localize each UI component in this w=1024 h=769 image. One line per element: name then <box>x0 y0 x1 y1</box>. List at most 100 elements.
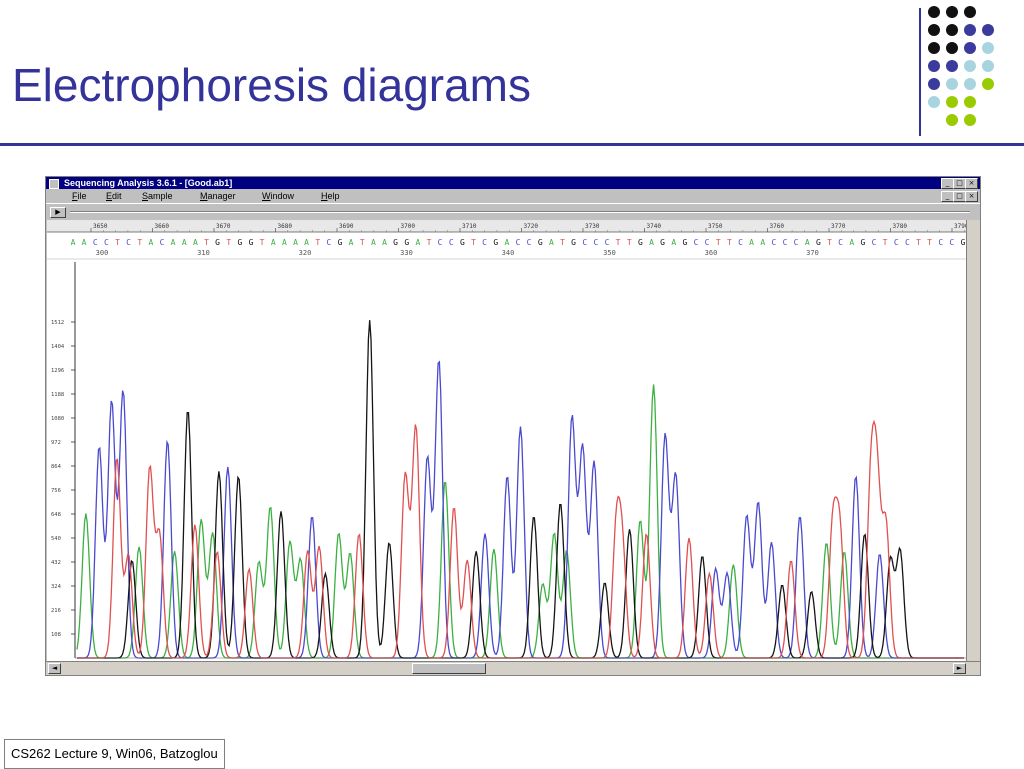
scan-number-label: 3790 <box>954 223 966 230</box>
trace-t <box>77 419 964 659</box>
base-call-C: C <box>93 238 98 247</box>
base-call-A: A <box>649 238 654 247</box>
base-call-G: G <box>393 238 398 247</box>
slide-footer: CS262 Lecture 9, Win06, Batzoglou <box>4 739 225 769</box>
deco-dot-purple <box>946 60 958 72</box>
base-call-A: A <box>549 238 554 247</box>
close-button[interactable]: × <box>965 178 978 189</box>
base-call-G: G <box>215 238 220 247</box>
base-call-A: A <box>371 238 376 247</box>
base-call-C: C <box>894 238 899 247</box>
base-call-T: T <box>827 238 832 247</box>
base-call-A: A <box>671 238 676 247</box>
scan-number-label: 3740 <box>647 223 662 230</box>
trace-a <box>76 384 964 659</box>
deco-dot-lightblue <box>928 96 940 108</box>
scan-number-label: 3710 <box>462 223 477 230</box>
deco-dot-black <box>928 42 940 54</box>
base-call-C: C <box>126 238 131 247</box>
scan-number-label: 3770 <box>831 223 846 230</box>
base-call-C: C <box>482 238 487 247</box>
base-call-T: T <box>627 238 632 247</box>
base-call-C: C <box>838 238 843 247</box>
trace-c <box>77 360 964 659</box>
base-call-T: T <box>115 238 120 247</box>
base-call-G: G <box>860 238 865 247</box>
vertical-scrollbar[interactable] <box>966 220 980 661</box>
base-call-T: T <box>716 238 721 247</box>
base-call-G: G <box>961 238 966 247</box>
base-call-C: C <box>516 238 521 247</box>
base-call-C: C <box>438 238 443 247</box>
base-call-A: A <box>271 238 276 247</box>
base-call-C: C <box>949 238 954 247</box>
deco-dot-black <box>946 24 958 36</box>
y-tick-label: 648 <box>51 512 61 518</box>
y-tick-label: 756 <box>51 488 61 494</box>
app-icon[interactable] <box>49 179 59 189</box>
base-call-C: C <box>694 238 699 247</box>
y-tick-label: 1296 <box>51 368 64 374</box>
menu-file[interactable]: File <box>72 190 87 202</box>
deco-dot-green <box>964 114 976 126</box>
scroll-left-button[interactable]: ◄ <box>48 663 61 674</box>
scroll-right-button[interactable]: ► <box>953 663 966 674</box>
y-tick-label: 1404 <box>51 344 65 350</box>
scan-number-label: 3730 <box>585 223 600 230</box>
base-call-A: A <box>82 238 87 247</box>
base-call-C: C <box>794 238 799 247</box>
play-button[interactable]: ▶ <box>50 207 66 218</box>
horizontal-scrollbar[interactable]: ◄ ► <box>46 661 980 675</box>
scan-number-label: 3670 <box>216 223 231 230</box>
base-call-G: G <box>538 238 543 247</box>
base-call-T: T <box>883 238 888 247</box>
menu-edit[interactable]: Edit <box>106 190 122 202</box>
base-call-C: C <box>104 238 109 247</box>
base-call-T: T <box>427 238 432 247</box>
horizontal-scroll-thumb[interactable] <box>412 663 486 674</box>
base-call-A: A <box>760 238 765 247</box>
base-call-G: G <box>249 238 254 247</box>
doc-close-button[interactable]: × <box>965 191 978 202</box>
base-call-G: G <box>682 238 687 247</box>
base-position-label: 360 <box>705 249 718 257</box>
deco-dot-black <box>946 6 958 18</box>
base-call-A: A <box>182 238 187 247</box>
base-call-G: G <box>460 238 465 247</box>
base-call-C: C <box>905 238 910 247</box>
menu-manager[interactable]: Manager <box>200 190 236 202</box>
y-tick-label: 216 <box>51 608 61 614</box>
electropherogram-panel: 3650 3660 3670 3680 3690 3700 3710 3720 3730 3740… <box>47 220 969 661</box>
deco-dot-green <box>946 114 958 126</box>
y-tick-label: 864 <box>51 464 62 470</box>
y-tick-label: 324 <box>51 584 62 590</box>
y-tick-label: 108 <box>51 632 61 638</box>
scan-number-label: 3700 <box>401 223 416 230</box>
y-tick-label: 1080 <box>51 416 64 422</box>
deco-dot-black <box>928 6 940 18</box>
base-call-T: T <box>471 238 476 247</box>
base-call-C: C <box>872 238 877 247</box>
window-titlebar[interactable]: Sequencing Analysis 3.6.1 - [Good.ab1] _… <box>46 177 980 189</box>
base-call-A: A <box>171 238 176 247</box>
menu-sample[interactable]: Sample <box>142 190 173 202</box>
base-call-T: T <box>315 238 320 247</box>
base-call-C: C <box>449 238 454 247</box>
base-call-G: G <box>638 238 643 247</box>
base-position-label: 300 <box>96 249 109 257</box>
deco-dot-lightblue <box>946 78 958 90</box>
menu-window[interactable]: Window <box>262 190 294 202</box>
base-call-G: G <box>571 238 576 247</box>
deco-dot-lightblue <box>964 60 976 72</box>
deco-dot-lightblue <box>982 42 994 54</box>
base-call-C: C <box>783 238 788 247</box>
scan-number-label: 3760 <box>770 223 785 230</box>
base-call-G: G <box>338 238 343 247</box>
base-call-A: A <box>304 238 309 247</box>
decorative-vertical-line <box>919 8 921 136</box>
base-call-C: C <box>582 238 587 247</box>
menu-help[interactable]: Help <box>321 190 340 202</box>
base-call-T: T <box>260 238 265 247</box>
base-call-G: G <box>404 238 409 247</box>
base-call-T: T <box>727 238 732 247</box>
